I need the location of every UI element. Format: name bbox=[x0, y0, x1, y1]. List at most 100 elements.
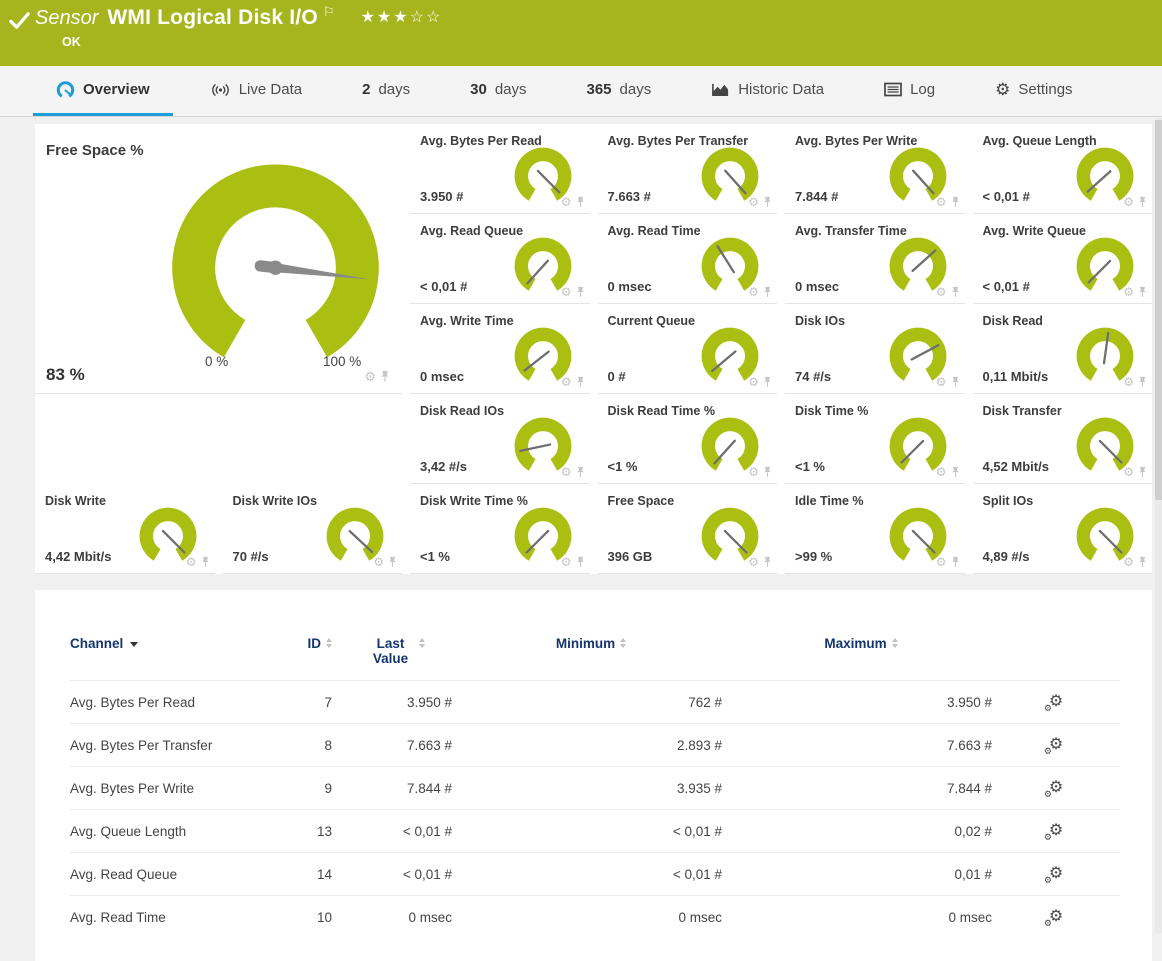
gear-icon[interactable]: ⚙ bbox=[561, 196, 572, 208]
gear-icon[interactable]: ⚙ bbox=[373, 556, 384, 568]
gauge-title: Disk Time % bbox=[795, 404, 868, 418]
tab-2-days[interactable]: 2 days bbox=[339, 66, 433, 116]
pin-icon[interactable] bbox=[576, 286, 585, 298]
pin-icon[interactable] bbox=[576, 466, 585, 478]
pin-icon[interactable] bbox=[1138, 196, 1147, 208]
tab-log[interactable]: Log bbox=[861, 66, 958, 116]
gear-icon[interactable]: ⚙ bbox=[936, 466, 947, 478]
tab-overview[interactable]: Overview bbox=[33, 66, 173, 116]
pin-icon[interactable] bbox=[763, 466, 772, 478]
channel-settings-gear-icon[interactable]: ⚙⚙ bbox=[1049, 780, 1063, 796]
tab-live-data[interactable]: Live Data bbox=[187, 66, 325, 116]
star-rating[interactable]: ★★★☆☆ bbox=[361, 7, 443, 27]
scrollbar-thumb[interactable] bbox=[1155, 120, 1162, 500]
pin-icon[interactable] bbox=[1138, 466, 1147, 478]
gear-icon[interactable]: ⚙ bbox=[561, 286, 572, 298]
gear-icon[interactable]: ⚙ bbox=[748, 466, 759, 478]
tab-historic-data[interactable]: Historic Data bbox=[688, 66, 847, 116]
column-header-id[interactable]: ID bbox=[290, 636, 340, 681]
pin-icon[interactable] bbox=[763, 196, 772, 208]
gear-icon[interactable]: ⚙ bbox=[364, 370, 376, 383]
column-header-minimum[interactable]: Minimum bbox=[460, 636, 730, 681]
pin-icon[interactable] bbox=[201, 556, 210, 568]
channel-settings-gear-icon[interactable]: ⚙⚙ bbox=[1049, 823, 1063, 839]
gear-icon[interactable]: ⚙ bbox=[561, 556, 572, 568]
broadcast-icon bbox=[210, 82, 231, 98]
gauge-title: Avg. Read Queue bbox=[420, 224, 523, 238]
channel-settings-gear-icon[interactable]: ⚙⚙ bbox=[1049, 737, 1063, 753]
pin-icon[interactable] bbox=[763, 286, 772, 298]
pin-icon[interactable] bbox=[576, 376, 585, 388]
gauge-value: 0,11 Mbit/s bbox=[983, 369, 1049, 384]
pin-icon[interactable] bbox=[380, 370, 390, 383]
gauge-title: Avg. Write Time bbox=[420, 314, 514, 328]
gauge-needle bbox=[912, 531, 934, 553]
gear-icon[interactable]: ⚙ bbox=[936, 376, 947, 388]
gear-icon[interactable]: ⚙ bbox=[561, 376, 572, 388]
tab-settings[interactable]: ⚙ Settings bbox=[972, 66, 1095, 116]
gauge-value: <1 % bbox=[608, 459, 638, 474]
table-row[interactable]: Avg. Bytes Per Write 9 7.844 # 3.935 # 7… bbox=[70, 767, 1120, 810]
table-row[interactable]: Avg. Read Queue 14 < 0,01 # < 0,01 # 0,0… bbox=[70, 853, 1120, 896]
gauge-title: Disk Transfer bbox=[983, 404, 1062, 418]
gauge-tile-avg-bytes-per-read: Avg. Bytes Per Read 3.950 # ⚙ bbox=[410, 124, 590, 214]
pin-icon[interactable] bbox=[1138, 556, 1147, 568]
gear-icon[interactable]: ⚙ bbox=[1123, 196, 1134, 208]
column-header-maximum[interactable]: Maximum bbox=[730, 636, 1000, 681]
column-header-last-value[interactable]: Last Value bbox=[340, 636, 460, 681]
gauge-scale-max: 100 % bbox=[323, 354, 361, 369]
gear-icon[interactable]: ⚙ bbox=[748, 376, 759, 388]
pin-icon[interactable] bbox=[951, 556, 960, 568]
gear-icon[interactable]: ⚙ bbox=[936, 196, 947, 208]
gear-icon[interactable]: ⚙ bbox=[748, 286, 759, 298]
gauge-tile-disk-transfer: Disk Transfer 4,52 Mbit/s ⚙ bbox=[973, 394, 1153, 484]
gauge-value: < 0,01 # bbox=[983, 279, 1030, 294]
tab-365-days[interactable]: 365 days bbox=[564, 66, 675, 116]
gear-icon[interactable]: ⚙ bbox=[1123, 466, 1134, 478]
gear-icon[interactable]: ⚙ bbox=[1123, 376, 1134, 388]
cell-last-value: 7.844 # bbox=[340, 767, 460, 810]
pin-icon[interactable] bbox=[1138, 286, 1147, 298]
table-row[interactable]: Avg. Bytes Per Transfer 8 7.663 # 2.893 … bbox=[70, 724, 1120, 767]
cell-minimum: 2.893 # bbox=[460, 724, 730, 767]
gauge-tile-avg-read-time: Avg. Read Time 0 msec ⚙ bbox=[598, 214, 778, 304]
gear-icon[interactable]: ⚙ bbox=[186, 556, 197, 568]
gauge-tile-avg-transfer-time: Avg. Transfer Time 0 msec ⚙ bbox=[785, 214, 965, 304]
channel-settings-gear-icon[interactable]: ⚙⚙ bbox=[1049, 866, 1063, 882]
gauge-tile-disk-read-time-percent: Disk Read Time % <1 % ⚙ bbox=[598, 394, 778, 484]
gear-icon[interactable]: ⚙ bbox=[1123, 556, 1134, 568]
pin-icon[interactable] bbox=[576, 196, 585, 208]
gauge-title: Disk IOs bbox=[795, 314, 845, 328]
pin-icon[interactable] bbox=[1138, 376, 1147, 388]
gauge-tile-idle-time-percent: Idle Time % >99 % ⚙ bbox=[785, 484, 965, 574]
gauge-title: Free Space bbox=[608, 494, 675, 508]
table-row[interactable]: Avg. Queue Length 13 < 0,01 # < 0,01 # 0… bbox=[70, 810, 1120, 853]
channel-settings-gear-icon[interactable]: ⚙⚙ bbox=[1049, 909, 1063, 925]
pin-icon[interactable] bbox=[951, 196, 960, 208]
pin-icon[interactable] bbox=[951, 376, 960, 388]
flag-icon[interactable]: ⚐ bbox=[323, 4, 335, 20]
column-header-channel[interactable]: Channel bbox=[70, 636, 290, 681]
pin-icon[interactable] bbox=[576, 556, 585, 568]
column-label: ID bbox=[308, 636, 322, 651]
sort-desc-icon bbox=[130, 642, 138, 647]
pin-icon[interactable] bbox=[388, 556, 397, 568]
gear-icon[interactable]: ⚙ bbox=[936, 286, 947, 298]
pin-icon[interactable] bbox=[951, 466, 960, 478]
gauge-value: <1 % bbox=[795, 459, 825, 474]
gear-icon[interactable]: ⚙ bbox=[1123, 286, 1134, 298]
pin-icon[interactable] bbox=[763, 556, 772, 568]
table-row[interactable]: Avg. Read Time 10 0 msec 0 msec 0 msec ⚙… bbox=[70, 896, 1120, 939]
pin-icon[interactable] bbox=[951, 286, 960, 298]
gear-icon[interactable]: ⚙ bbox=[561, 466, 572, 478]
gauge-value: 4,89 #/s bbox=[983, 549, 1030, 564]
vertical-scrollbar[interactable] bbox=[1155, 118, 1162, 933]
gear-icon[interactable]: ⚙ bbox=[936, 556, 947, 568]
gear-icon[interactable]: ⚙ bbox=[748, 556, 759, 568]
tab-30-days[interactable]: 30 days bbox=[447, 66, 549, 116]
channel-settings-gear-icon[interactable]: ⚙⚙ bbox=[1049, 694, 1063, 710]
pin-icon[interactable] bbox=[763, 376, 772, 388]
table-row[interactable]: Avg. Bytes Per Read 7 3.950 # 762 # 3.95… bbox=[70, 681, 1120, 724]
gauge-title: Idle Time % bbox=[795, 494, 864, 508]
gear-icon[interactable]: ⚙ bbox=[748, 196, 759, 208]
